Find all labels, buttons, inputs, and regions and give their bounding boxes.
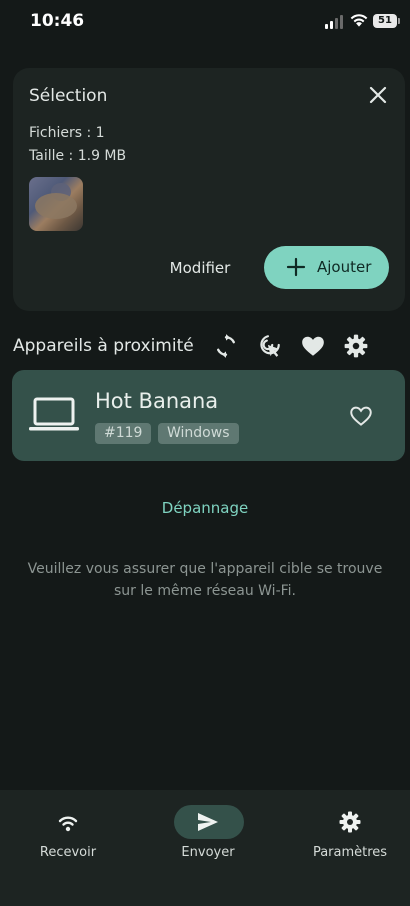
scan-target-button[interactable] [256, 333, 282, 359]
add-button-label: Ajouter [317, 258, 372, 276]
nav-settings[interactable]: Paramètres [282, 805, 410, 865]
files-size: Taille : 1.9 MB [29, 148, 127, 164]
nav-send-label: Envoyer [181, 845, 235, 860]
favorites-heart-icon [302, 336, 324, 356]
selection-title: Sélection [29, 86, 108, 106]
nav-receive[interactable]: Recevoir [0, 805, 136, 865]
scan-target-icon [260, 335, 280, 357]
nav-send[interactable]: Envoyer [140, 805, 276, 865]
battery-tip [398, 18, 400, 24]
file-thumbnail[interactable] [29, 177, 83, 231]
device-id-tag: #119 [95, 423, 152, 444]
status-time: 10:46 [30, 11, 85, 31]
favorites-button[interactable] [300, 333, 326, 359]
refresh-button[interactable] [213, 333, 239, 359]
troubleshoot-link[interactable]: Dépannage [0, 499, 410, 517]
wifi-icon [58, 816, 78, 832]
files-count: Fichiers : 1 [29, 125, 105, 141]
device-favorite-button[interactable] [348, 403, 374, 429]
send-icon [198, 813, 218, 831]
refresh-icon [217, 334, 235, 358]
network-hint: Veuillez vous assurer que l'appareil cib… [27, 561, 383, 599]
heart-outline-icon [350, 406, 372, 426]
wifi-status-icon [350, 14, 368, 27]
selection-card: Sélection Fichiers : 1 Taille : 1.9 MB M… [13, 68, 405, 311]
close-selection-button[interactable] [366, 83, 390, 107]
close-icon [369, 86, 387, 104]
nav-receive-label: Recevoir [39, 845, 97, 860]
battery-indicator: 51 [373, 14, 397, 28]
laptop-icon [29, 397, 79, 431]
settings-gear-icon [344, 334, 368, 358]
plus-icon [286, 257, 306, 277]
gear-icon [339, 811, 361, 833]
nav-settings-label: Paramètres [312, 845, 388, 860]
device-name: Hot Banana [95, 389, 219, 413]
cellular-signal-icon [325, 15, 345, 29]
add-button[interactable]: Ajouter [264, 246, 389, 289]
modify-button[interactable]: Modifier [163, 255, 237, 281]
status-bar: 10:46 51 [0, 0, 410, 44]
bottom-navigation: Recevoir Envoyer Paramètres [0, 790, 410, 906]
nearby-devices-title: Appareils à proximité [13, 336, 194, 356]
device-card[interactable]: Hot Banana #119 Windows [12, 370, 405, 461]
device-os-tag: Windows [158, 423, 239, 444]
settings-button[interactable] [343, 333, 369, 359]
